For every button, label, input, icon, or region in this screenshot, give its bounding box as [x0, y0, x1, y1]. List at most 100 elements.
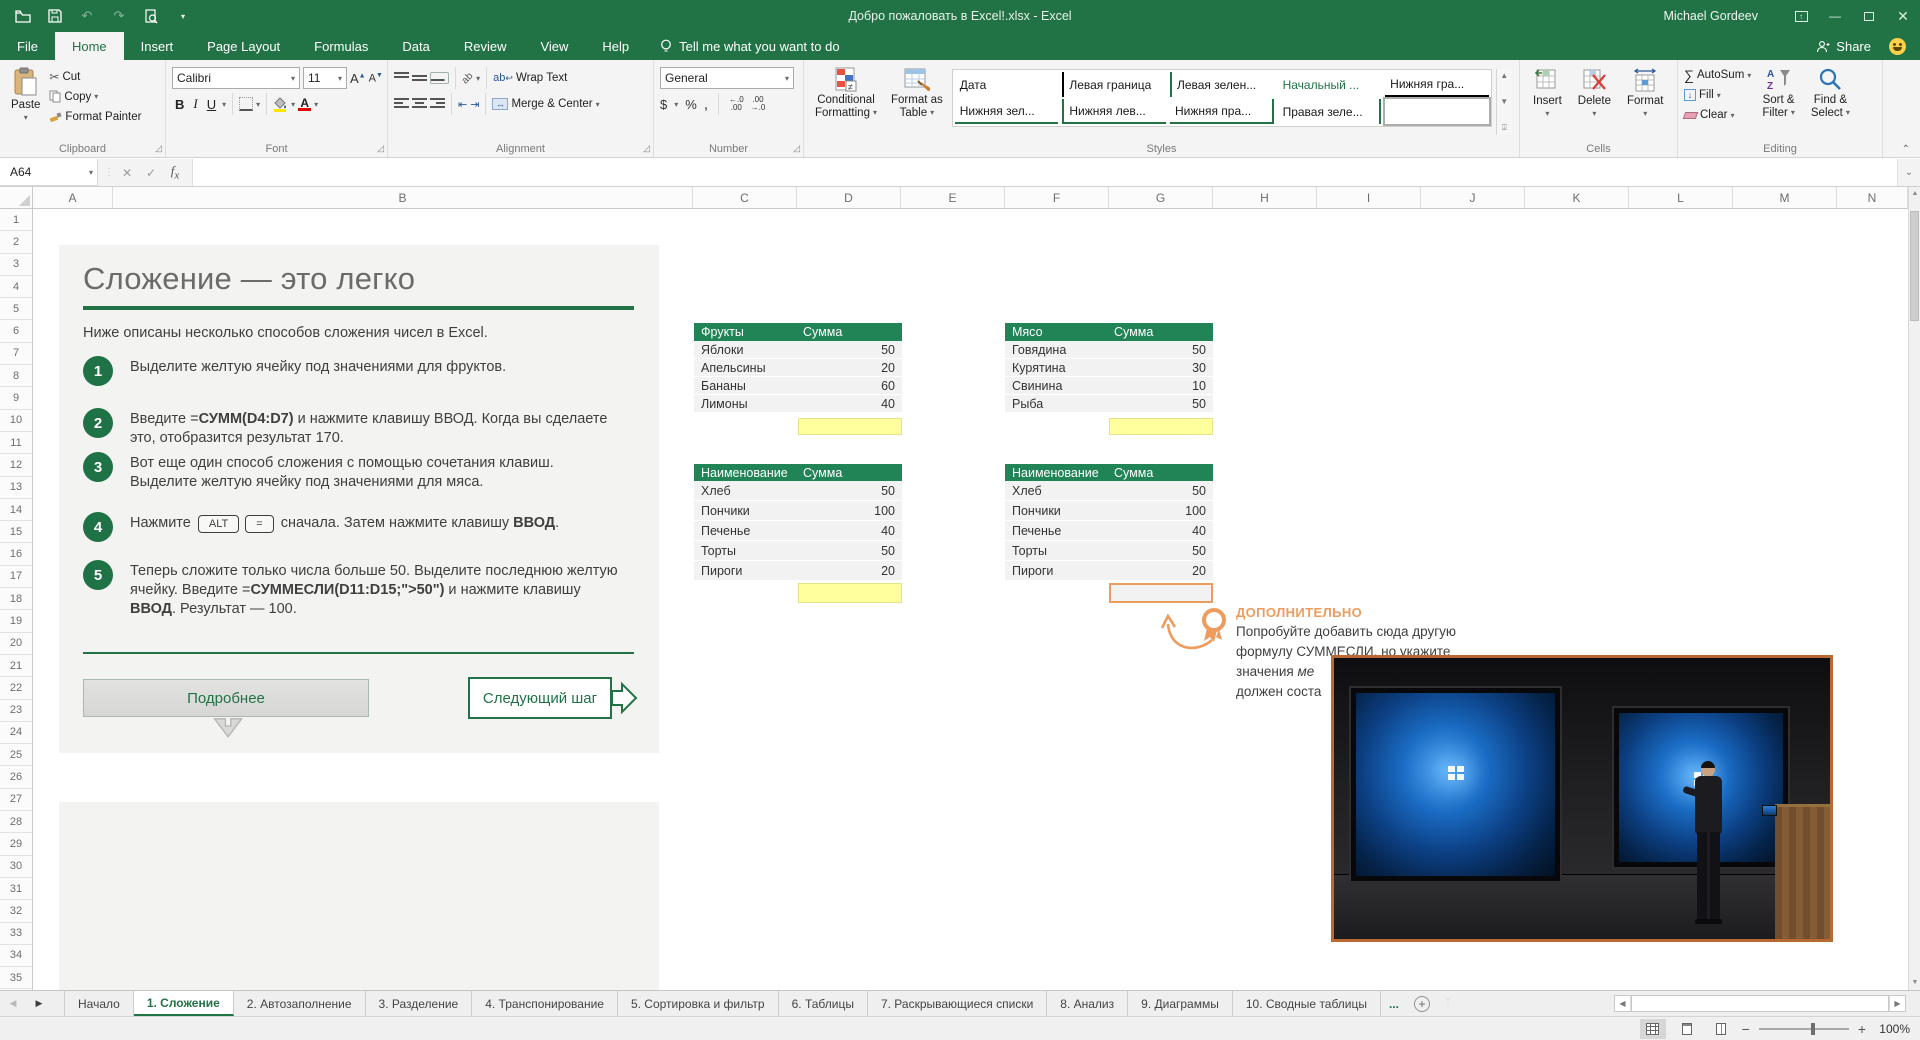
customize-qat-icon[interactable]: ▾ — [174, 8, 192, 24]
fill-button[interactable]: ↓Fill▾ — [1684, 87, 1751, 103]
row-header[interactable]: 18 — [0, 588, 32, 610]
row-header[interactable]: 8 — [0, 365, 32, 387]
table-header-row[interactable]: ФруктыСумма — [694, 323, 902, 341]
zoom-level[interactable]: 100% — [1874, 1022, 1910, 1036]
row-header[interactable]: 21 — [0, 655, 32, 677]
scroll-right-icon[interactable]: ▶ — [1889, 996, 1905, 1011]
user-name[interactable]: Michael Gordeev — [1664, 9, 1759, 23]
row-header[interactable]: 2 — [0, 231, 32, 253]
selected-sum-cell[interactable] — [1109, 583, 1213, 603]
table-row[interactable]: Рыба50 — [1005, 395, 1213, 413]
cell-style-item[interactable]: Дата — [955, 72, 1059, 97]
font-dialog-launcher-icon[interactable]: ◿ — [377, 143, 384, 154]
cell-style-item[interactable]: Левая граница — [1062, 72, 1166, 97]
column-header-H[interactable]: H — [1213, 187, 1317, 209]
font-family-select[interactable]: Calibri▾ — [172, 67, 300, 89]
table-header-row[interactable]: НаименованиеСумма — [694, 464, 902, 481]
column-header-B[interactable]: B — [113, 187, 693, 209]
row-header[interactable]: 33 — [0, 923, 32, 945]
more-button[interactable]: Подробнее — [83, 679, 369, 717]
row-header[interactable]: 7 — [0, 343, 32, 365]
table-row[interactable]: Печенье40 — [1005, 521, 1213, 541]
sheet-tab[interactable]: Начало — [64, 991, 134, 1016]
horizontal-scrollbar[interactable]: ◀ ▶ — [1614, 995, 1906, 1012]
sheet-nav-right-icon[interactable]: ▶ — [26, 991, 52, 1016]
column-header-D[interactable]: D — [797, 187, 901, 209]
table-row[interactable]: Печенье40 — [694, 521, 902, 541]
sheet-tab[interactable]: 7. Раскрывающиеся списки — [868, 991, 1047, 1016]
row-header[interactable]: 15 — [0, 521, 32, 543]
row-header[interactable]: 13 — [0, 477, 32, 499]
sheet-tab[interactable]: 8. Анализ — [1047, 991, 1128, 1016]
column-header-E[interactable]: E — [901, 187, 1005, 209]
redo-icon[interactable]: ↷ — [110, 8, 128, 24]
gallery-scroll-strip[interactable]: ▲▼⍗ — [1496, 69, 1512, 135]
column-header-M[interactable]: M — [1733, 187, 1837, 209]
cut-button[interactable]: ✂Cut — [49, 68, 141, 85]
paste-button[interactable]: Paste ▾ — [6, 65, 45, 125]
underline-button[interactable]: U — [204, 96, 219, 113]
fill-color-dropdown-icon[interactable]: ▾ — [291, 100, 295, 109]
row-header[interactable]: 20 — [0, 633, 32, 655]
sheet-tab[interactable]: 9. Диаграммы — [1128, 991, 1233, 1016]
select-all-corner[interactable] — [0, 187, 33, 209]
increase-indent-icon[interactable]: ⇥ — [470, 98, 479, 111]
table-row[interactable]: Говядина50 — [1005, 341, 1213, 359]
row-header[interactable]: 3 — [0, 254, 32, 276]
orientation-icon[interactable]: ab — [460, 70, 476, 86]
table-row[interactable]: Торты50 — [1005, 541, 1213, 561]
row-header[interactable]: 6 — [0, 320, 32, 342]
delete-cells-button[interactable]: Delete ▾ — [1571, 65, 1618, 139]
share-button[interactable]: Share — [1816, 39, 1871, 54]
cell-style-item[interactable] — [1385, 99, 1489, 124]
number-format-select[interactable]: General▾ — [660, 67, 794, 89]
name-box-dropdown-icon[interactable]: ▾ — [89, 168, 93, 177]
collapse-ribbon-icon[interactable]: ⌃ — [1902, 144, 1910, 155]
zoom-in-icon[interactable]: + — [1858, 1021, 1866, 1037]
new-sheet-button[interactable]: + — [1407, 991, 1437, 1016]
row-header[interactable]: 4 — [0, 276, 32, 298]
save-icon[interactable] — [46, 8, 64, 24]
italic-button[interactable]: I — [190, 95, 200, 113]
row-header[interactable]: 22 — [0, 677, 32, 699]
format-as-table-button[interactable]: Format as Table▾ — [886, 65, 948, 139]
cell-style-item[interactable]: Нижняя лев... — [1062, 99, 1166, 124]
cell-style-item[interactable]: Левая зелен... — [1170, 72, 1274, 97]
cell-style-item[interactable]: Правая зеле... — [1278, 99, 1382, 124]
column-header-A[interactable]: A — [33, 187, 113, 209]
row-header[interactable]: 28 — [0, 811, 32, 833]
cell-style-item[interactable]: Нижняя зел... — [955, 99, 1059, 124]
row-header[interactable]: 14 — [0, 499, 32, 521]
row-header[interactable]: 5 — [0, 298, 32, 320]
borders-dropdown-icon[interactable]: ▾ — [256, 100, 260, 109]
column-header-C[interactable]: C — [693, 187, 797, 209]
table-row[interactable]: Торты50 — [694, 541, 902, 561]
tab-file[interactable]: File — [0, 32, 55, 60]
vertical-scrollbar[interactable]: ▲ ▼ — [1908, 187, 1920, 990]
embedded-video[interactable] — [1331, 655, 1833, 942]
column-header-G[interactable]: G — [1109, 187, 1213, 209]
table-row[interactable]: Свинина10 — [1005, 377, 1213, 395]
tab-review[interactable]: Review — [447, 32, 524, 60]
ribbon-display-options-icon[interactable]: ↑ — [1784, 0, 1818, 32]
table-row[interactable]: Курятина30 — [1005, 359, 1213, 377]
scroll-left-icon[interactable]: ◀ — [1615, 996, 1631, 1011]
table-row[interactable]: Пироги20 — [1005, 561, 1213, 581]
find-select-button[interactable]: Find & Select▾ — [1806, 65, 1855, 139]
comma-icon[interactable]: , — [704, 96, 708, 113]
normal-view-button[interactable] — [1640, 1019, 1666, 1039]
tab-insert[interactable]: Insert — [124, 32, 191, 60]
close-icon[interactable]: ✕ — [1886, 0, 1920, 32]
clear-button[interactable]: Clear▾ — [1684, 107, 1751, 123]
sheet-tab[interactable]: 1. Сложение — [134, 991, 234, 1016]
row-header[interactable]: 32 — [0, 900, 32, 922]
row-header[interactable]: 9 — [0, 387, 32, 409]
row-header[interactable]: 23 — [0, 700, 32, 722]
align-left-icon[interactable] — [394, 98, 409, 110]
zoom-slider-thumb[interactable] — [1811, 1023, 1815, 1035]
autosum-button[interactable]: ∑AutoSum▾ — [1684, 67, 1751, 83]
decrease-indent-icon[interactable]: ⇤ — [458, 98, 467, 111]
borders-icon[interactable] — [239, 97, 253, 111]
sheet-tab[interactable]: 6. Таблицы — [779, 991, 868, 1016]
tab-data[interactable]: Data — [385, 32, 446, 60]
